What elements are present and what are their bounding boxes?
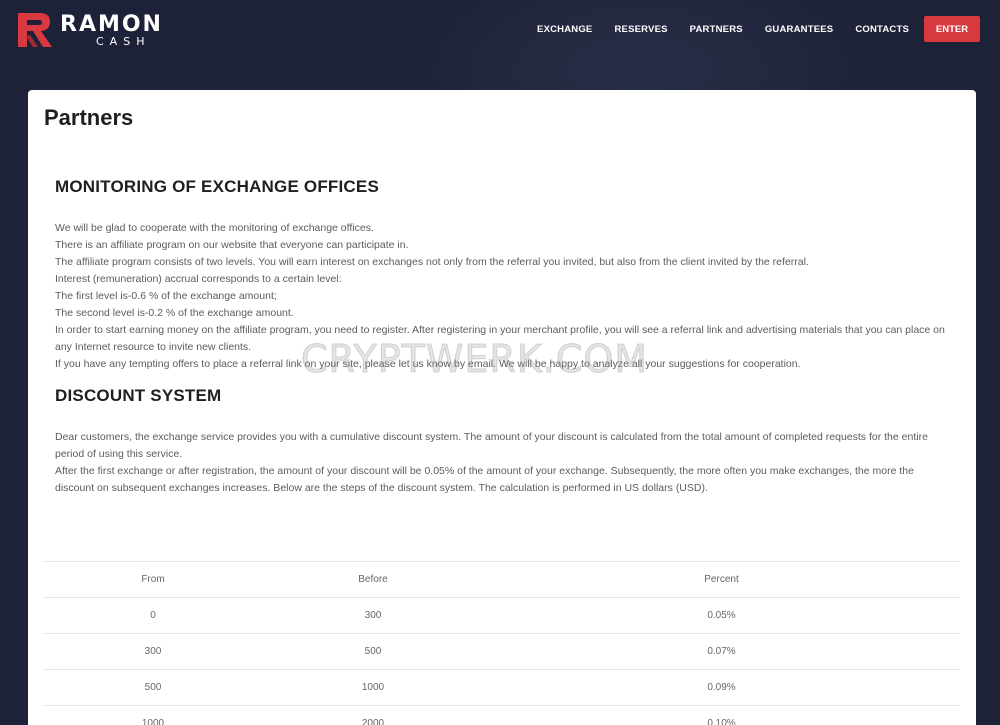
discount-heading: DISCOUNT SYSTEM xyxy=(55,386,222,405)
nav-partners[interactable]: PARTNERS xyxy=(690,24,743,35)
table-row: 300 500 0.07% xyxy=(43,633,960,670)
monitoring-line: The first level is-0.6 % of the exchange… xyxy=(55,290,277,302)
brand-subname: CASH xyxy=(96,35,151,48)
discount-line: Dear customers, the exchange service pro… xyxy=(55,431,928,460)
monitoring-line: There is an affiliate program on our web… xyxy=(55,239,409,251)
column-header-from: From xyxy=(43,561,263,598)
monitoring-line: We will be glad to cooperate with the mo… xyxy=(55,222,374,234)
cell-from: 0 xyxy=(43,597,263,634)
cell-percent: 0.05% xyxy=(483,597,960,634)
monitoring-line: The second level is-0.2 % of the exchang… xyxy=(55,307,294,319)
table-row: 0 300 0.05% xyxy=(43,597,960,634)
content-card: Partners MONITORING OF EXCHANGE OFFICES … xyxy=(28,90,976,725)
cell-from: 500 xyxy=(43,669,263,706)
cell-percent: 0.10% xyxy=(483,705,960,725)
monitoring-heading: MONITORING OF EXCHANGE OFFICES xyxy=(55,177,379,196)
table-row: 1000 2000 0.10% xyxy=(43,705,960,725)
table-header-row: From Before Percent xyxy=(43,561,960,598)
main-nav: EXCHANGE RESERVES PARTNERS GUARANTEES CO… xyxy=(515,16,980,42)
ramon-logo-icon xyxy=(18,13,52,47)
watermark: CRYPTWERK.COM xyxy=(300,337,649,382)
nav-reserves[interactable]: RESERVES xyxy=(614,24,667,35)
cell-percent: 0.07% xyxy=(483,633,960,670)
column-header-percent: Percent xyxy=(483,561,960,598)
cell-before: 500 xyxy=(263,633,483,670)
discount-table: From Before Percent 0 300 0.05% 300 500 … xyxy=(43,561,960,725)
brand-name: RAMON xyxy=(60,12,163,37)
cell-from: 300 xyxy=(43,633,263,670)
page-title: Partners xyxy=(44,105,134,130)
cell-before: 1000 xyxy=(263,669,483,706)
cell-from: 1000 xyxy=(43,705,263,725)
monitoring-line: Interest (remuneration) accrual correspo… xyxy=(55,273,342,285)
nav-exchange[interactable]: EXCHANGE xyxy=(537,24,592,35)
cell-before: 300 xyxy=(263,597,483,634)
table-row: 500 1000 0.09% xyxy=(43,669,960,706)
column-header-before: Before xyxy=(263,561,483,598)
site-header: RAMON CASH EXCHANGE RESERVES PARTNERS GU… xyxy=(0,0,1000,60)
brand-logo[interactable]: RAMON CASH xyxy=(16,9,166,49)
discount-text: Dear customers, the exchange service pro… xyxy=(55,429,945,497)
cell-before: 2000 xyxy=(263,705,483,725)
cell-percent: 0.09% xyxy=(483,669,960,706)
nav-guarantees[interactable]: GUARANTEES xyxy=(765,24,834,35)
nav-contacts[interactable]: CONTACTS xyxy=(855,24,909,35)
enter-button[interactable]: ENTER xyxy=(924,16,980,42)
monitoring-line: The affiliate program consists of two le… xyxy=(55,256,809,268)
discount-line: After the first exchange or after regist… xyxy=(55,465,914,494)
